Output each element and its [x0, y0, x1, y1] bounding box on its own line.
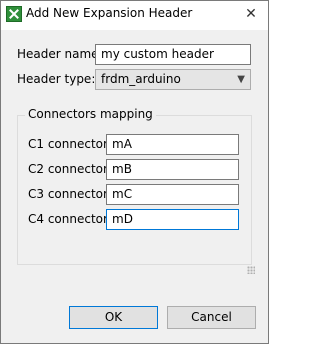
c2-connector-input[interactable]: mB — [106, 159, 239, 180]
dialog-content: Header name: my custom header Header typ… — [1, 30, 268, 343]
cancel-button[interactable]: Cancel — [167, 306, 256, 329]
c1-connector-label: C1 connector: — [28, 137, 112, 151]
dialog-window: Add New Expansion Header ✕ Header name: … — [0, 0, 269, 344]
c3-connector-input[interactable]: mC — [106, 184, 239, 205]
window-title: Add New Expansion Header — [26, 6, 193, 20]
app-logo-icon — [6, 6, 22, 22]
resize-grip-icon[interactable] — [247, 266, 255, 274]
header-type-value: frdm_arduino — [101, 72, 181, 86]
title-bar[interactable]: Add New Expansion Header ✕ — [1, 1, 268, 30]
group-title: Connectors mapping — [25, 107, 156, 121]
header-type-label: Header type: — [17, 72, 96, 86]
header-name-input[interactable]: my custom header — [95, 44, 251, 65]
c2-connector-label: C2 connector: — [28, 162, 112, 176]
header-type-select[interactable]: frdm_arduino ▼ — [95, 69, 251, 90]
c3-connector-label: C3 connector: — [28, 187, 112, 201]
header-name-label: Header name: — [17, 47, 103, 61]
c4-connector-input[interactable]: mD — [106, 209, 239, 230]
c1-connector-input[interactable]: mA — [106, 134, 239, 155]
chevron-down-icon: ▼ — [237, 74, 245, 85]
ok-button[interactable]: OK — [69, 306, 158, 329]
c4-connector-label: C4 connector: — [28, 212, 112, 226]
close-button[interactable]: ✕ — [234, 1, 268, 30]
connectors-mapping-group: Connectors mapping C1 connector: mA C2 c… — [17, 107, 252, 265]
